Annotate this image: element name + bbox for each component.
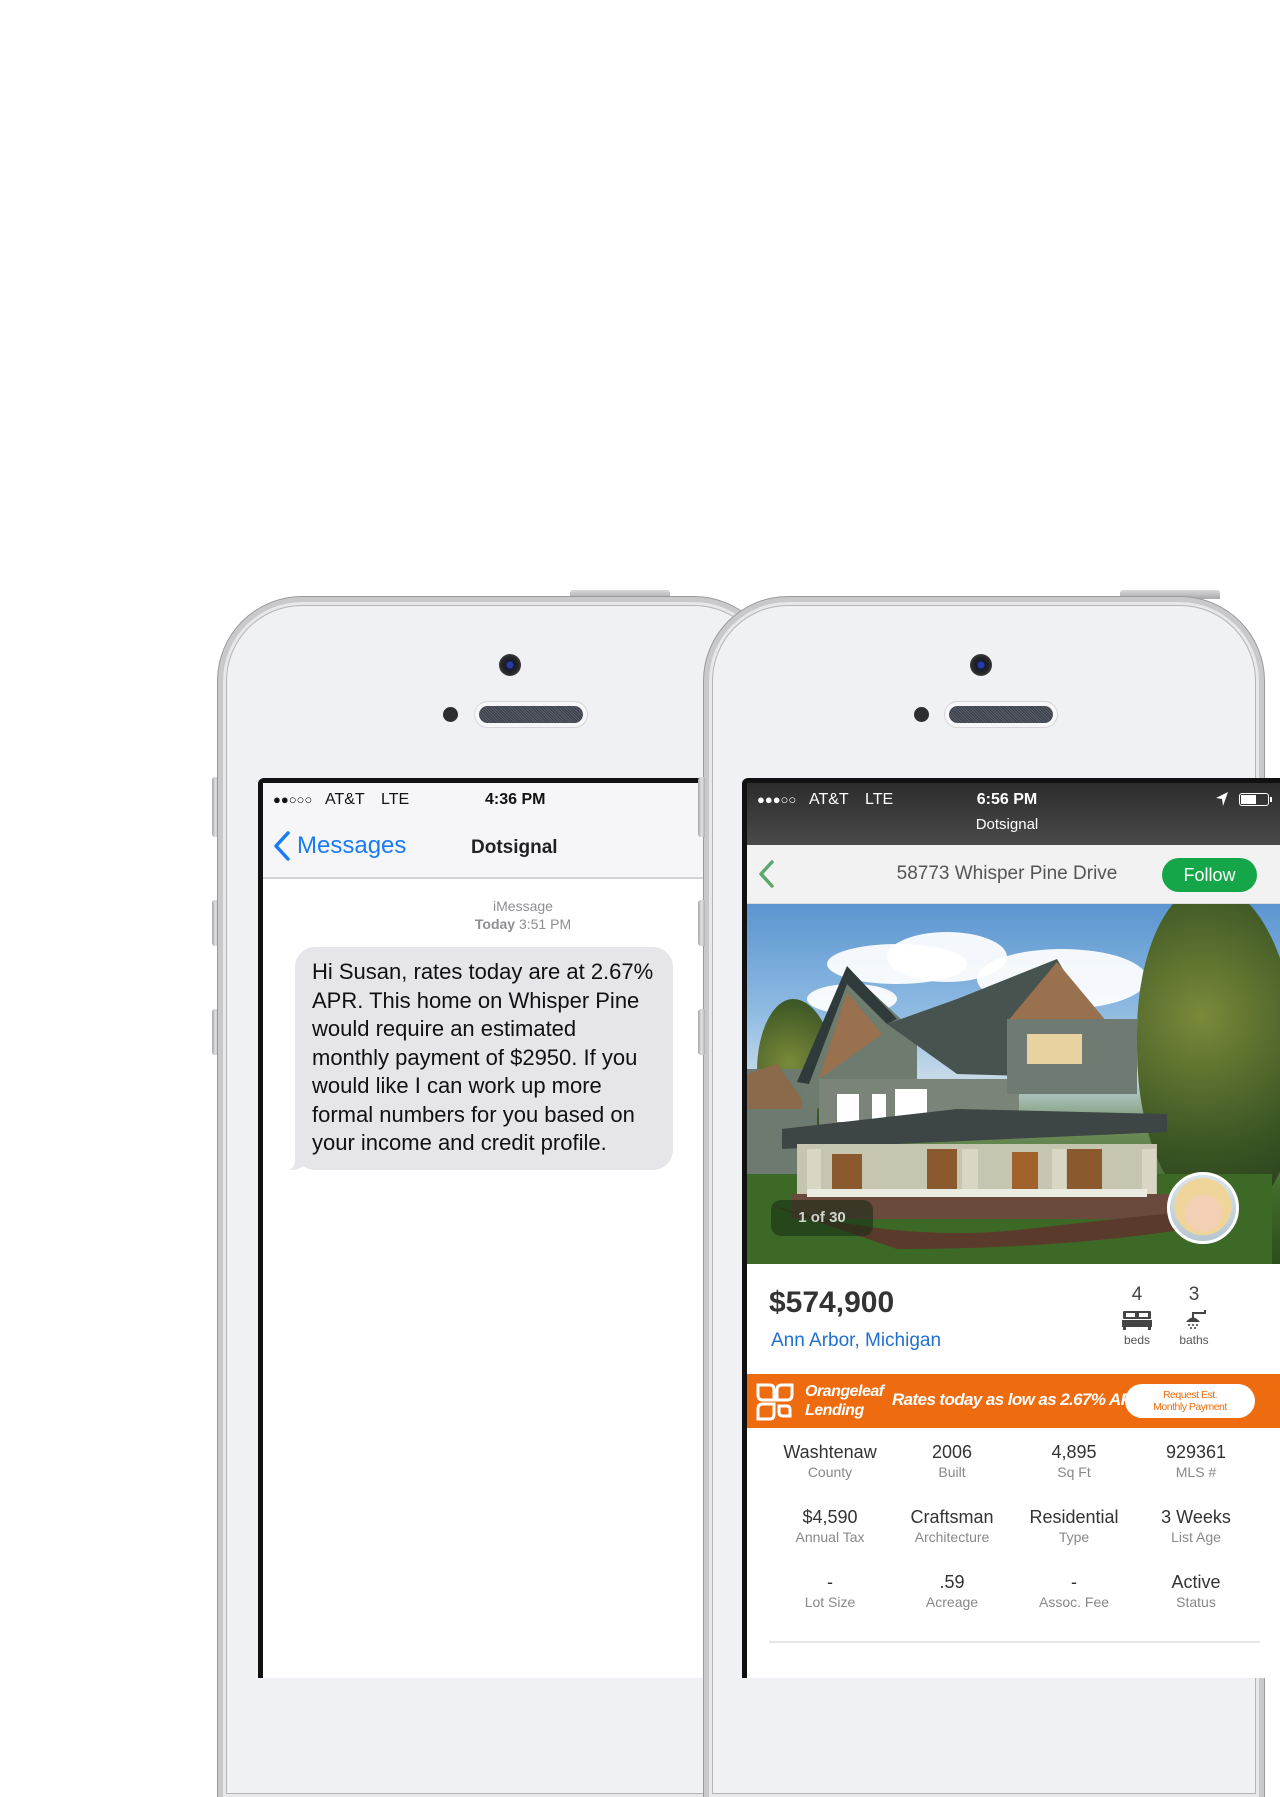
listing-details: Washtenaw County 2006 Built 4,895 Sq Ft 929… xyxy=(747,1428,1280,1678)
messages-screen: ●●○○○ AT&T LTE 4:36 PM Messages Dotsigna… xyxy=(258,778,728,1678)
listing-screen: ●●●○○ AT&T LTE 6:56 PM Dotsignal 58773 W… xyxy=(742,778,1280,1678)
detail-value: 4,895 xyxy=(1051,1442,1097,1462)
detail-item: 2006 Built xyxy=(891,1428,1013,1493)
detail-item: 929361 MLS # xyxy=(1135,1428,1257,1493)
earpiece-speaker xyxy=(949,706,1053,723)
detail-item: Craftsman Architecture xyxy=(891,1493,1013,1558)
detail-value: Active xyxy=(1171,1572,1221,1592)
lender-name-line1: Orangeleaf xyxy=(805,1383,884,1400)
lender-banner[interactable]: Orangeleaf Lending Rates today as low as… xyxy=(747,1374,1280,1428)
back-label: Messages xyxy=(297,832,407,859)
detail-value: Washtenaw xyxy=(783,1442,877,1462)
listing-price: $574,900 xyxy=(769,1286,895,1319)
detail-value: $4,590 xyxy=(802,1507,858,1527)
detail-item: Washtenaw County xyxy=(769,1428,891,1493)
lender-rate-text: Rates today as low as 2.67% APR xyxy=(892,1390,1144,1409)
detail-label: List Age xyxy=(1171,1529,1221,1545)
detail-label: Type xyxy=(1058,1529,1090,1545)
network-label: LTE xyxy=(381,791,410,808)
volume-up-button xyxy=(698,900,705,946)
detail-value: Craftsman xyxy=(910,1507,994,1527)
message-text: Hi Susan, rates today are at 2.67% APR. … xyxy=(312,959,654,1155)
detail-value: - xyxy=(1071,1572,1077,1592)
message-timestamp: iMessage Today 3:51 PM xyxy=(263,897,728,933)
section-divider xyxy=(769,1641,1260,1643)
timestamp-day: Today xyxy=(474,916,516,932)
proximity-sensor xyxy=(914,707,929,722)
beds-count: 4 xyxy=(1131,1284,1143,1305)
timestamp-time: 3:51 PM xyxy=(518,916,572,932)
follow-button[interactable]: Follow xyxy=(1162,858,1257,892)
detail-label: Status xyxy=(1176,1594,1216,1610)
request-payment-line1: Request Est. xyxy=(1162,1389,1218,1401)
front-camera xyxy=(970,654,992,676)
detail-label: Assoc. Fee xyxy=(1038,1594,1110,1610)
detail-label: Acreage xyxy=(925,1594,979,1610)
detail-label: Annual Tax xyxy=(795,1529,865,1545)
request-payment-button[interactable]: Request Est. Monthly Payment xyxy=(1125,1384,1255,1418)
baths-count: 3 xyxy=(1188,1284,1200,1305)
detail-value: 2006 xyxy=(931,1442,973,1462)
signal-strength-icon: ●●○○○ xyxy=(273,792,313,807)
app-name: Dotsignal xyxy=(975,816,1039,833)
detail-value: 3 Weeks xyxy=(1161,1507,1231,1527)
detail-label: County xyxy=(807,1464,853,1480)
details-grid: Washtenaw County 2006 Built 4,895 Sq Ft 929… xyxy=(769,1428,1280,1623)
front-camera xyxy=(499,654,521,676)
battery-icon xyxy=(1239,793,1272,806)
detail-item: 3 Weeks List Age xyxy=(1135,1493,1257,1558)
detail-value: Residential xyxy=(1029,1507,1119,1527)
mute-switch xyxy=(698,777,705,837)
status-bar: ●●○○○ AT&T LTE 4:36 PM xyxy=(263,783,728,817)
detail-value: 929361 xyxy=(1165,1442,1227,1462)
detail-label: Architecture xyxy=(914,1529,990,1545)
chevron-left-icon xyxy=(274,831,290,861)
shower-icon xyxy=(1186,1310,1206,1329)
conversation-title: Dotsignal xyxy=(471,837,558,858)
detail-item: .59 Acreage xyxy=(891,1558,1013,1623)
volume-down-button xyxy=(698,1009,705,1055)
orangeleaf-logo-icon xyxy=(756,1383,794,1421)
bed-icon xyxy=(1122,1311,1152,1330)
detail-value: .59 xyxy=(939,1572,965,1592)
baths-feature: 3 baths xyxy=(1169,1284,1219,1347)
request-payment-line2: Monthly Payment xyxy=(1153,1401,1227,1413)
detail-label: MLS # xyxy=(1175,1464,1217,1480)
service-label: iMessage xyxy=(493,898,553,914)
lender-name: Orangeleaf Lending xyxy=(805,1382,884,1420)
status-bar: ●●●○○ AT&T LTE 6:56 PM Dotsignal xyxy=(747,783,1280,845)
beds-feature: 4 beds xyxy=(1112,1284,1162,1347)
detail-item: - Assoc. Fee xyxy=(1013,1558,1135,1623)
detail-label: Sq Ft xyxy=(1057,1464,1091,1480)
detail-item: 4,895 Sq Ft xyxy=(1013,1428,1135,1493)
listing-nav-bar: 58773 Whisper Pine Drive Follow xyxy=(747,845,1280,904)
proximity-sensor xyxy=(443,707,458,722)
message-thread: iMessage Today 3:51 PM Hi Susan, rates t… xyxy=(263,879,728,1678)
back-to-messages-button[interactable]: Messages xyxy=(273,831,406,861)
detail-value: - xyxy=(827,1572,833,1592)
listing-city-link[interactable]: Ann Arbor, Michigan xyxy=(771,1330,941,1352)
agent-avatar[interactable] xyxy=(1167,1172,1239,1244)
lender-name-line2: Lending xyxy=(805,1402,864,1419)
beds-label: beds xyxy=(1123,1333,1151,1347)
listing-photo-carousel[interactable]: 1 of 30 xyxy=(747,904,1280,1264)
baths-label: baths xyxy=(1179,1333,1209,1347)
location-arrow-icon xyxy=(1216,792,1228,806)
photo-counter: 1 of 30 xyxy=(771,1200,873,1236)
messages-nav-bar: Messages Dotsignal xyxy=(263,817,728,879)
detail-item: - Lot Size xyxy=(769,1558,891,1623)
listing-summary: $574,900 Ann Arbor, Michigan 4 beds 3 ba… xyxy=(747,1264,1280,1374)
earpiece-speaker xyxy=(479,706,583,723)
detail-label: Built xyxy=(938,1464,966,1480)
detail-item: $4,590 Annual Tax xyxy=(769,1493,891,1558)
detail-item: Residential Type xyxy=(1013,1493,1135,1558)
incoming-message-bubble[interactable]: Hi Susan, rates today are at 2.67% APR. … xyxy=(281,947,673,1170)
detail-label: Lot Size xyxy=(804,1594,856,1610)
clock: 4:36 PM xyxy=(485,791,546,808)
detail-item: Active Status xyxy=(1135,1558,1257,1623)
clock: 6:56 PM xyxy=(976,791,1038,808)
carrier-label: AT&T xyxy=(325,791,365,808)
